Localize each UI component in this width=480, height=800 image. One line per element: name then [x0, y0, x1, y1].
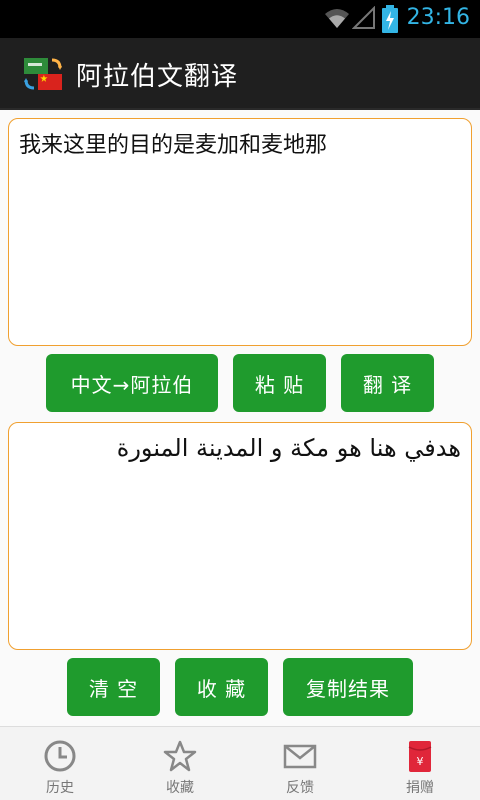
status-bar: 23:16	[0, 0, 480, 38]
tab-history[interactable]: 历史	[0, 727, 120, 800]
result-text: هدفي هنا هو مكة و المدينة المنورة	[116, 434, 461, 462]
result-text-area[interactable]: هدفي هنا هو مكة و المدينة المنورة	[8, 422, 472, 650]
source-text: 我来这里的目的是麦加和麦地那	[19, 133, 328, 158]
star-icon	[163, 740, 197, 772]
paste-button[interactable]: 粘 贴	[233, 354, 326, 412]
wifi-icon	[325, 9, 349, 28]
clear-button[interactable]: 清 空	[67, 658, 160, 716]
tab-feedback[interactable]: 反馈	[240, 727, 360, 800]
tab-donate[interactable]: ¥ 捐赠	[360, 727, 480, 800]
battery-charging-icon	[382, 5, 398, 33]
tab-favorites[interactable]: 收藏	[120, 727, 240, 800]
translate-button[interactable]: 翻 译	[341, 354, 434, 412]
favorite-button[interactable]: 收 藏	[175, 658, 268, 716]
mail-icon	[283, 744, 317, 769]
source-text-input[interactable]: 我来这里的目的是麦加和麦地那	[8, 118, 472, 346]
signal-icon	[352, 6, 375, 29]
main-content: 我来这里的目的是麦加和麦地那 中文→阿拉伯 粘 贴 翻 译 هدفي هنا ه…	[0, 110, 480, 726]
red-envelope-icon: ¥	[408, 741, 432, 772]
clock-time: 23:16	[406, 5, 470, 30]
direction-button[interactable]: 中文→阿拉伯	[46, 354, 218, 412]
action-bar: 阿拉伯文翻译	[0, 38, 480, 110]
svg-text:¥: ¥	[417, 755, 424, 768]
tab-favorites-label: 收藏	[166, 780, 194, 796]
bottom-tab-bar: 历史 收藏 反馈 ¥ 捐赠	[0, 726, 480, 800]
copy-result-button[interactable]: 复制结果	[283, 658, 413, 716]
tab-history-label: 历史	[46, 780, 74, 796]
app-logo-icon	[24, 58, 62, 90]
tab-donate-label: 捐赠	[406, 780, 434, 796]
app-title: 阿拉伯文翻译	[76, 62, 239, 92]
clock-icon	[44, 740, 76, 772]
tab-feedback-label: 反馈	[286, 780, 314, 796]
